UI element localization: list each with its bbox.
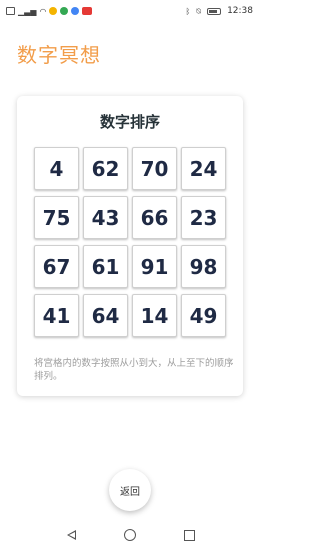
grid-cell[interactable]: 75 [34,196,79,239]
grid-cell[interactable]: 62 [83,147,128,190]
system-nav-bar [0,520,261,550]
back-button-label: 返回 [120,486,140,498]
grid-cell[interactable]: 4 [34,147,79,190]
status-left-icons: ▁▃▅ ◠ [6,7,93,16]
bluetooth-icon: ᛒ [185,7,191,16]
grid-cell[interactable]: 14 [132,294,177,337]
sim-icon [6,7,15,15]
grid-cell[interactable]: 67 [34,245,79,288]
grid-cell[interactable]: 49 [181,294,226,337]
wifi-icon: ◠ [39,7,47,16]
puzzle-card: 数字排序 4 62 70 24 75 43 66 23 67 61 91 98 … [17,96,243,396]
grid-cell[interactable]: 43 [83,196,128,239]
grid-cell[interactable]: 64 [83,294,128,337]
grid-cell[interactable]: 61 [83,245,128,288]
mute-icon: ⍉ [196,7,202,16]
app-notification-icon [71,7,80,15]
back-button[interactable]: 返回 [109,469,151,511]
app-notification-icon [60,7,69,15]
puzzle-title: 数字排序 [99,113,160,131]
status-time: 12:38 [227,6,253,16]
grid-cell[interactable]: 23 [181,196,226,239]
battery-icon [207,7,222,15]
instruction-text: 将宫格内的数字按照从小到大，从上至下的顺序排列。 [34,358,234,382]
nav-recents-icon[interactable] [183,529,195,541]
grid-cell[interactable]: 66 [132,196,177,239]
app-notification-icon [49,7,58,15]
grid-cell[interactable]: 70 [132,147,177,190]
page-title: 数字冥想 [17,43,101,67]
nav-back-icon[interactable] [66,530,76,540]
number-grid: 4 62 70 24 75 43 66 23 67 61 91 98 41 64… [34,147,226,337]
nav-home-icon[interactable] [123,529,136,541]
grid-cell[interactable]: 91 [132,245,177,288]
grid-cell[interactable]: 98 [181,245,226,288]
status-bar: ▁▃▅ ◠ ᛒ ⍉ 12:38 [0,0,261,22]
signal-icon: ▁▃▅ [18,7,37,16]
grid-cell[interactable]: 41 [34,294,79,337]
grid-cell[interactable]: 24 [181,147,226,190]
message-icon [82,7,93,15]
status-right-icons: ᛒ ⍉ 12:38 [185,6,253,16]
